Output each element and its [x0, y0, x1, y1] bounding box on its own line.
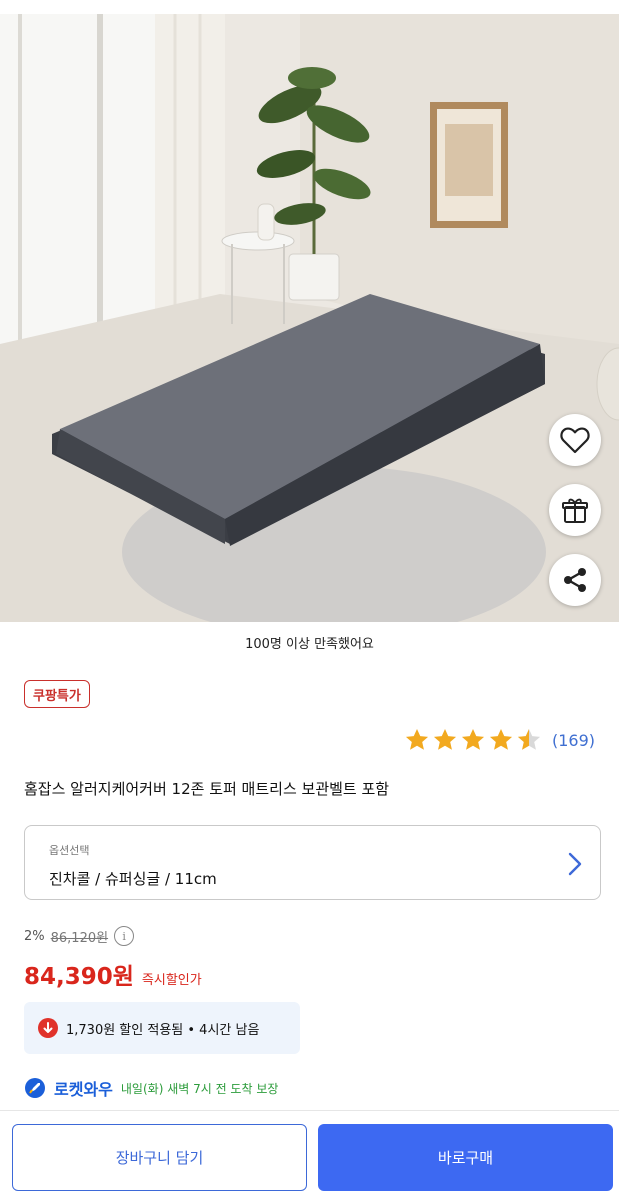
- original-price-row: 2% 86,120원 i: [24, 926, 135, 946]
- half-star-icon: [517, 728, 541, 750]
- delivery-eta: 내일(화) 새벽 7시 전 도착 보장: [120, 1081, 279, 1096]
- share-button[interactable]: [549, 554, 601, 606]
- bottom-divider: [0, 1110, 619, 1111]
- product-title: 홈잡스 알러지케어커버 12존 토퍼 매트리스 보관벨트 포함: [24, 780, 390, 798]
- star-icon: [433, 728, 457, 750]
- mattress-photo: [0, 14, 619, 622]
- option-label: 옵션선택: [49, 844, 90, 857]
- info-icon[interactable]: i: [114, 926, 135, 946]
- star-icon: [489, 728, 513, 750]
- option-selector[interactable]: 옵션선택 진차콜 / 슈퍼싱글 / 11cm: [24, 825, 601, 900]
- chevron-right-icon: [568, 852, 582, 876]
- option-value: 진차콜 / 슈퍼싱글 / 11cm: [49, 870, 217, 888]
- buy-now-button[interactable]: 바로구매: [318, 1124, 613, 1191]
- share-icon: [564, 568, 586, 592]
- gift-icon: [562, 498, 588, 523]
- satisfaction-caption: 100명 이상 만족했어요: [245, 637, 374, 652]
- arrow-down-icon: [38, 1018, 58, 1038]
- instant-discount-label: 즉시할인가: [141, 973, 202, 988]
- coupang-deal-badge: 쿠팡특가: [24, 680, 90, 708]
- sale-price-row: 84,390원 즉시할인가: [24, 957, 202, 991]
- heart-icon: [560, 427, 590, 454]
- product-image[interactable]: [0, 14, 619, 622]
- coupon-text: 1,730원 할인 적용됨 • 4시간 남음: [66, 1022, 260, 1038]
- star-icon: [405, 728, 429, 750]
- like-button[interactable]: [549, 414, 601, 466]
- original-price: 86,120원: [50, 930, 109, 946]
- delivery-row: 로켓와우 내일(화) 새벽 7시 전 도착 보장: [24, 1076, 278, 1100]
- add-to-cart-button[interactable]: 장바구니 담기: [12, 1124, 307, 1191]
- star-icon: [461, 728, 485, 750]
- discount-rate: 2%: [24, 928, 45, 944]
- rating-summary[interactable]: (169): [404, 727, 595, 753]
- gift-button[interactable]: [549, 484, 601, 536]
- review-count[interactable]: (169): [552, 731, 595, 750]
- coupon-banner: 1,730원 할인 적용됨 • 4시간 남음: [24, 1002, 300, 1054]
- sale-price: 84,390원: [24, 964, 134, 990]
- rocket-wow-brand: 로켓와우: [54, 1080, 113, 1099]
- rocket-icon: [25, 1078, 45, 1098]
